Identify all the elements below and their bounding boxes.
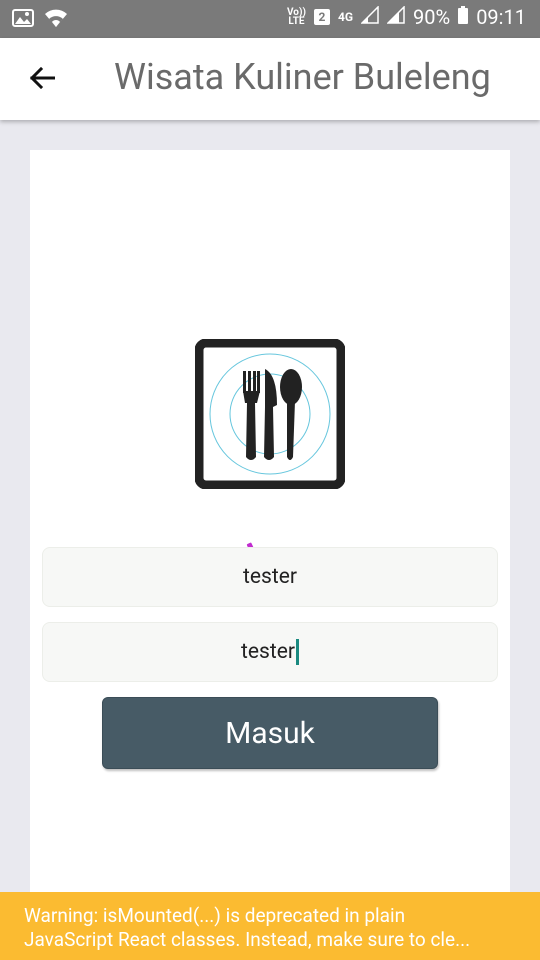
clock: 09:11 — [476, 5, 526, 29]
app-bar: Wisata Kuliner Buleleng — [0, 38, 540, 120]
yellow-box-warning[interactable]: Warning: isMounted(...) is deprecated in… — [0, 892, 540, 960]
warning-line-1: Warning: isMounted(...) is deprecated in… — [24, 904, 406, 927]
battery-icon — [458, 5, 469, 29]
warning-line-2: JavaScript React classes. Instead, make … — [24, 928, 471, 951]
volte-indicator: Vo)) LTE — [286, 7, 306, 27]
password-input[interactable]: tester — [42, 622, 498, 682]
restaurant-logo-icon — [194, 338, 346, 490]
wifi-icon — [44, 8, 68, 32]
login-button[interactable]: Masuk — [102, 697, 438, 769]
page-title: Wisata Kuliner Buleleng — [114, 56, 491, 98]
back-button[interactable] — [20, 58, 64, 102]
login-button-label: Masuk — [225, 715, 315, 751]
arrow-left-icon — [29, 66, 56, 93]
login-card: tester tester Masuk — [30, 150, 510, 960]
sim-slot-badge: 2 — [313, 9, 330, 25]
text-cursor — [295, 639, 299, 665]
network-type: 4G — [337, 9, 354, 24]
gallery-icon — [12, 9, 34, 31]
username-value: tester — [243, 565, 297, 589]
signal-icon — [386, 5, 405, 29]
battery-percent: 90% — [413, 5, 451, 29]
password-value: tester — [241, 640, 295, 664]
username-input[interactable]: tester — [42, 547, 498, 607]
status-bar: Vo)) LTE 2 4G 90% 09:11 — [0, 0, 540, 38]
signal-weak-icon — [360, 5, 379, 29]
